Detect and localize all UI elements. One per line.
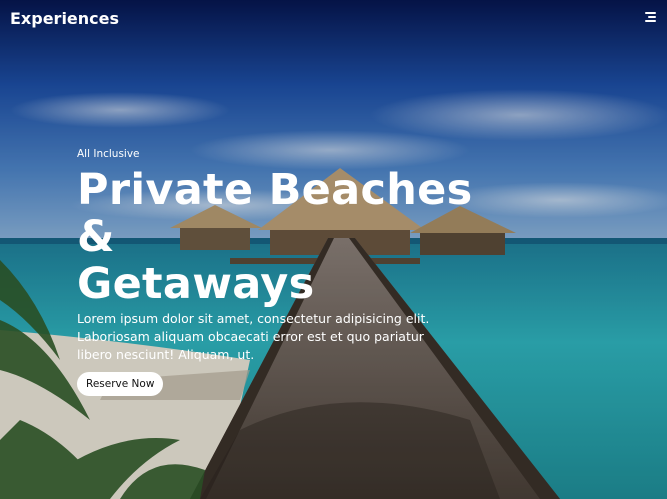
brand-logo-text[interactable]: Experiences — [10, 9, 119, 28]
hero-headline: Private Beaches & Getaways — [77, 167, 497, 308]
top-navigation: Experiences — [0, 0, 667, 40]
hero-content: All Inclusive Private Beaches & Getaways… — [77, 148, 497, 396]
reserve-now-button[interactable]: Reserve Now — [77, 372, 164, 396]
hero-section: Experiences All Inclusive Private Beache… — [0, 0, 667, 499]
hamburger-menu-icon[interactable] — [644, 12, 656, 24]
hero-description: Lorem ipsum dolor sit amet, consectetur … — [77, 311, 430, 362]
hero-headline-line-1: Private Beaches & — [77, 165, 473, 262]
hero-headline-line-2: Getaways — [77, 259, 315, 309]
hero-eyebrow: All Inclusive — [77, 148, 140, 160]
